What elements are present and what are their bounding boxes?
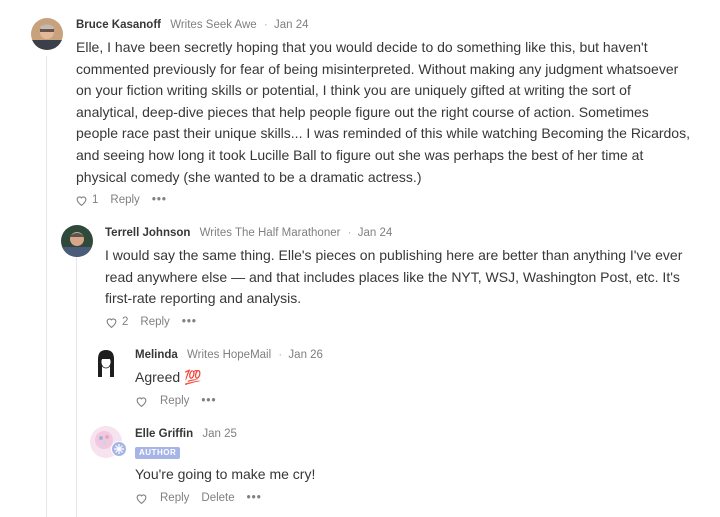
reply-button[interactable]: Reply <box>140 314 169 330</box>
reply-button[interactable]: Reply <box>160 393 189 409</box>
thread-line-level-2 <box>76 257 77 517</box>
heart-icon[interactable] <box>135 395 148 408</box>
delete-button[interactable]: Delete <box>201 490 234 506</box>
avatar-photo-icon <box>61 225 93 257</box>
avatar[interactable] <box>61 225 93 257</box>
comment-body: Elle, I have been secretly hoping that y… <box>76 37 690 188</box>
comment-line: and seeing how long it took Lucille Ball… <box>76 146 644 163</box>
comment-body: You're going to make me cry! <box>135 464 315 486</box>
comment-body: I would say the same thing. Elle's piece… <box>105 245 682 310</box>
heart-icon[interactable] <box>105 316 118 329</box>
author-name[interactable]: Elle Griffin <box>135 428 193 440</box>
separator-dot: · <box>263 19 268 31</box>
author-byline[interactable]: Writes HopeMail <box>187 349 271 361</box>
comment-line: people race past their unique skills... … <box>76 125 690 142</box>
author-name[interactable]: Bruce Kasanoff <box>76 19 161 31</box>
author-name[interactable]: Terrell Johnson <box>105 227 190 239</box>
comment-line: commented previously for fear of being m… <box>76 60 679 77</box>
comment-line: on your fiction writing skills or potent… <box>76 82 631 99</box>
comment-line: Agreed 💯 <box>135 369 202 385</box>
comment-date[interactable]: Jan 24 <box>358 227 393 239</box>
avatar-photo-icon <box>31 18 63 50</box>
comment-date[interactable]: Jan 25 <box>202 428 237 440</box>
more-options-icon[interactable]: ••• <box>182 314 197 330</box>
more-options-icon[interactable]: ••• <box>201 393 216 409</box>
comment-date[interactable]: Jan 24 <box>274 19 309 31</box>
like-count: 1 <box>92 194 99 206</box>
comment-line: analytical, deep-dive pieces that help p… <box>76 103 649 120</box>
comment-meta: Bruce Kasanoff Writes Seek Awe · Jan 24 <box>76 17 309 33</box>
heart-icon[interactable] <box>135 492 148 505</box>
avatar[interactable] <box>31 18 63 50</box>
avatar-illustration-icon <box>90 347 122 379</box>
separator-dot: · <box>278 349 283 361</box>
thread-line-level-1 <box>46 56 47 517</box>
comment-meta: Terrell Johnson Writes The Half Marathon… <box>105 225 392 241</box>
reply-button[interactable]: Reply <box>110 192 139 208</box>
comment-line: read anywhere else — and that includes p… <box>105 268 680 285</box>
author-name[interactable]: Melinda <box>135 349 178 361</box>
comment-line: physical comedy (she wanted to be a dram… <box>76 168 422 185</box>
author-badge-icon <box>111 441 127 457</box>
comment-line: I would say the same thing. Elle's piece… <box>105 247 683 263</box>
more-options-icon[interactable]: ••• <box>152 192 167 208</box>
author-badge: AUTHOR <box>135 447 181 459</box>
comment-meta: Melinda Writes HopeMail · Jan 26 <box>135 347 323 363</box>
comment-actions: 1 Reply ••• <box>75 192 167 208</box>
comment-actions: Reply Delete ••• <box>135 490 262 506</box>
separator-dot: · <box>347 227 352 239</box>
comment-date[interactable]: Jan 26 <box>288 349 323 361</box>
more-options-icon[interactable]: ••• <box>247 490 262 506</box>
comment-actions: Reply ••• <box>135 393 217 409</box>
comment-line: Elle, I have been secretly hoping that y… <box>76 39 648 55</box>
comment-line: You're going to make me cry! <box>135 466 316 482</box>
avatar[interactable] <box>90 347 122 379</box>
like-count: 2 <box>122 316 129 328</box>
comment-line: first-rate reporting and analysis. <box>105 290 302 307</box>
comment-actions: 2 Reply ••• <box>105 314 197 330</box>
author-byline[interactable]: Writes The Half Marathoner <box>200 227 341 239</box>
comment-meta: Elle Griffin Jan 25 <box>135 426 237 442</box>
reply-button[interactable]: Reply <box>160 490 189 506</box>
comment-body: Agreed 💯 <box>135 367 201 389</box>
heart-icon[interactable] <box>75 194 88 207</box>
author-byline[interactable]: Writes Seek Awe <box>170 19 257 31</box>
